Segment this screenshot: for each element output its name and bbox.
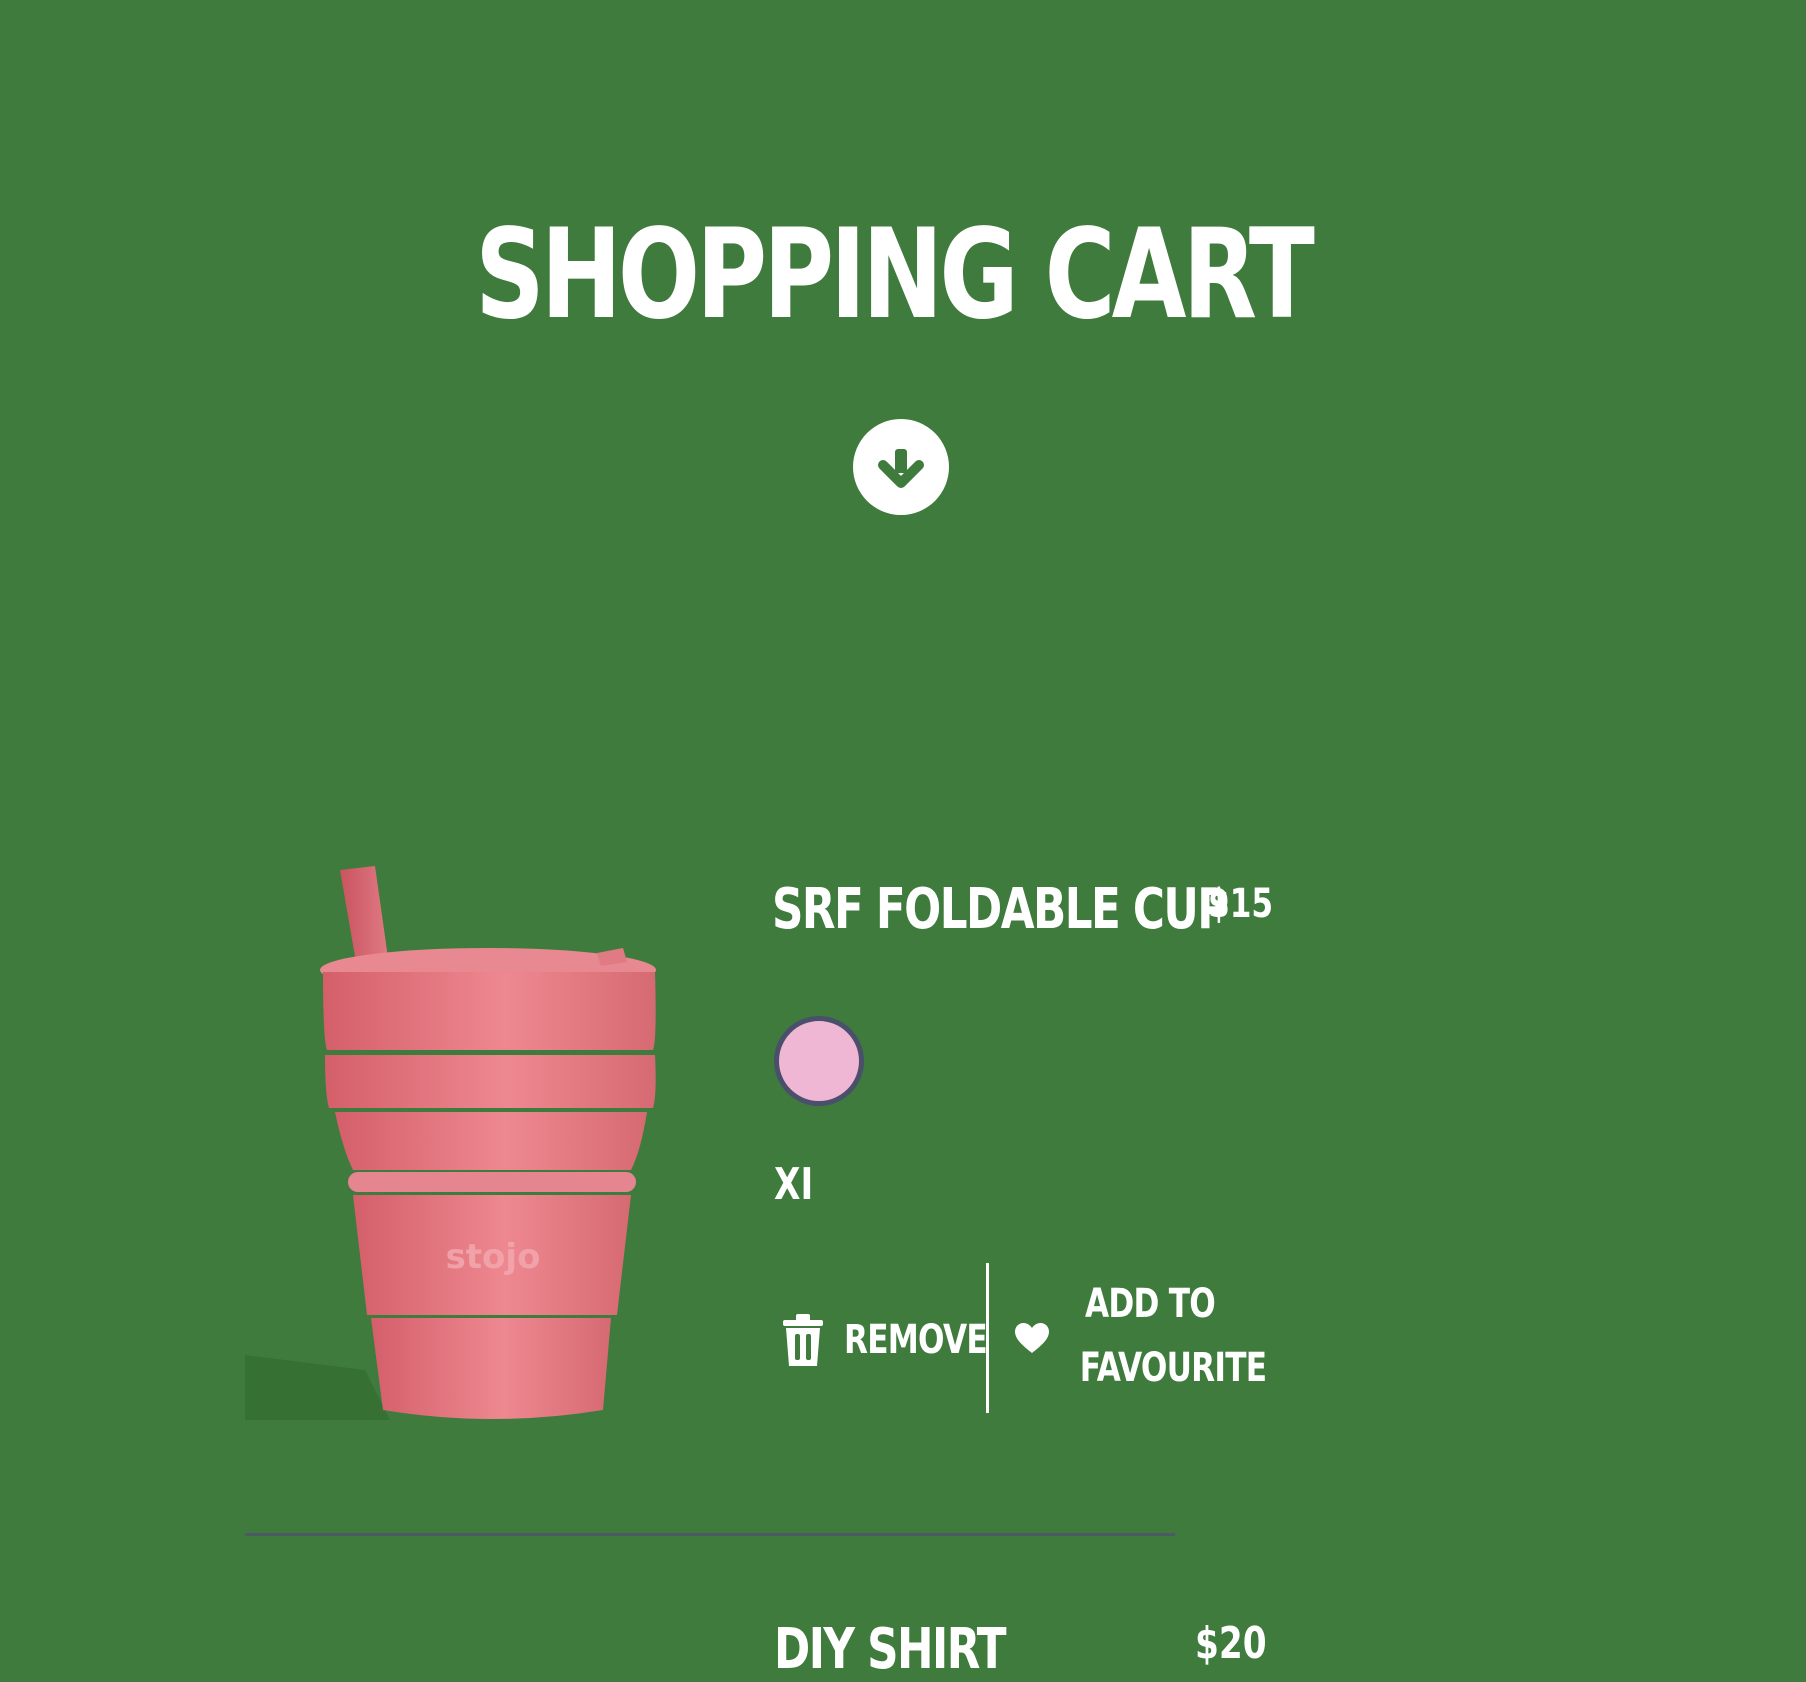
page-title: SHOPPING CART — [475, 203, 1315, 347]
add-to-favourite-button[interactable] — [1014, 1322, 1050, 1354]
item-price: $15 — [1208, 881, 1274, 927]
favourite-label-line1: ADD TO — [1085, 1281, 1216, 1327]
cup-brand-text: stojo — [446, 1237, 541, 1277]
item-name[interactable]: SRF FOLDABLE CUP — [772, 878, 1229, 942]
remove-button[interactable]: REMOVE — [780, 1300, 1027, 1380]
action-divider — [986, 1263, 989, 1413]
cart-item-divider — [245, 1533, 1175, 1536]
trash-icon — [783, 1314, 823, 1366]
scroll-down-button[interactable] — [853, 419, 949, 515]
add-to-favourite-label[interactable]: ADD TO FAVOURITE — [1079, 1272, 1267, 1400]
product-image-foldable-cup: stojo — [245, 866, 656, 1420]
color-swatch-pink[interactable] — [774, 1016, 864, 1106]
arrow-down-circle-icon — [878, 449, 924, 488]
remove-label: REMOVE — [844, 1317, 988, 1363]
item-price: $20 — [1195, 1618, 1267, 1669]
item-name[interactable]: DIY SHIRT — [774, 1618, 1007, 1682]
favourite-label-line2: FAVOURITE — [1079, 1345, 1267, 1391]
heart-icon — [1015, 1323, 1049, 1353]
item-size: XI — [774, 1159, 814, 1210]
